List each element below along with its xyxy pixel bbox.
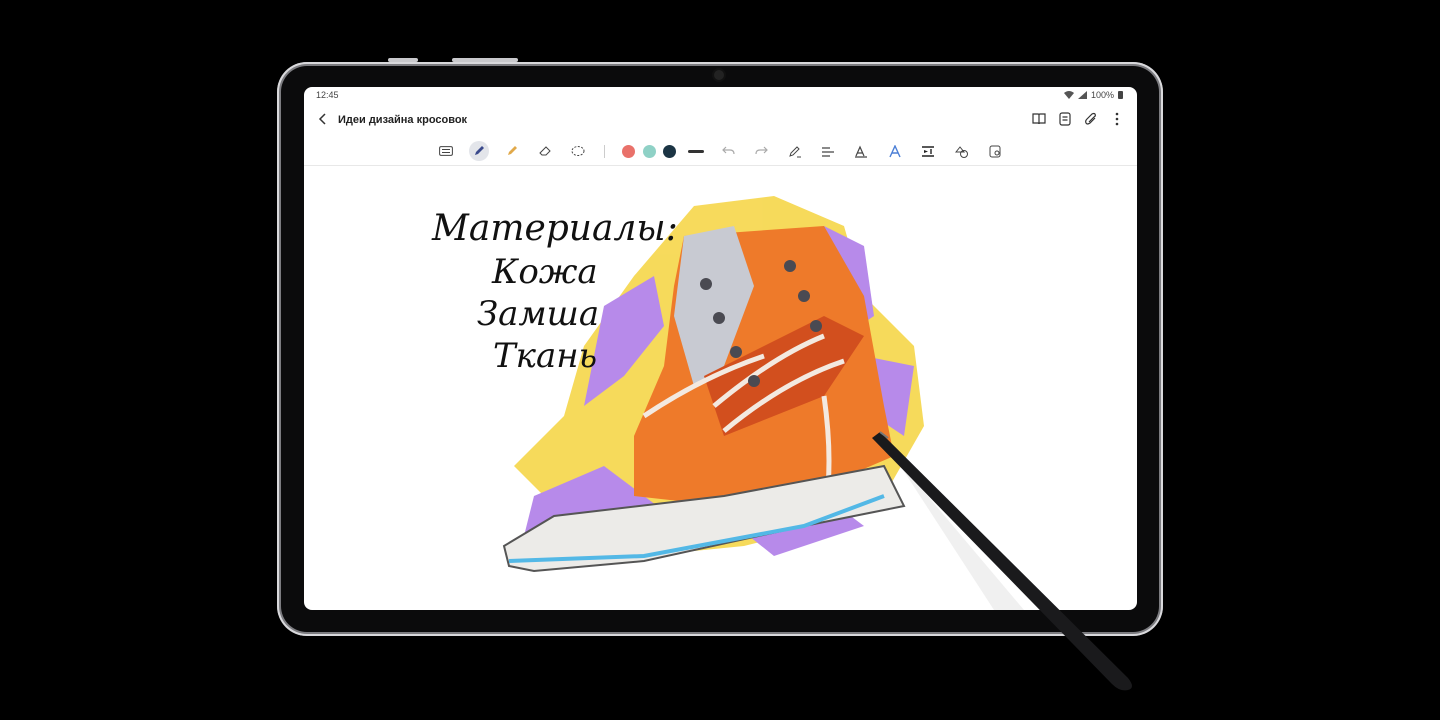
- pen-to-text-icon[interactable]: [787, 143, 803, 159]
- app-bar-actions: [1031, 111, 1125, 127]
- battery-icon: [1118, 91, 1123, 99]
- status-time: 12:45: [316, 90, 339, 100]
- app-bar: Идеи дизайна кросовок: [304, 105, 1137, 135]
- insert-text-icon[interactable]: [920, 143, 936, 159]
- shapes-icon[interactable]: [954, 143, 970, 159]
- battery-level: 100%: [1090, 90, 1114, 100]
- attach-icon[interactable]: [1083, 111, 1099, 127]
- more-options-icon[interactable]: [1109, 111, 1125, 127]
- eraser-icon[interactable]: [537, 143, 553, 159]
- handwriting-line-3: Замша: [477, 294, 600, 334]
- pen-icon[interactable]: [469, 141, 489, 161]
- front-camera: [714, 70, 724, 80]
- wifi-icon: [1063, 91, 1074, 99]
- drawing-canvas[interactable]: Материалы: Кожа Замша Ткань: [304, 166, 1137, 610]
- redo-icon[interactable]: [753, 143, 769, 159]
- volume-button: [388, 58, 418, 62]
- handwriting-line-4: Ткань: [493, 336, 598, 376]
- page-template-icon[interactable]: [1057, 111, 1073, 127]
- stylus-shadow: [894, 456, 1024, 610]
- toolbar-divider: [604, 145, 605, 158]
- highlighter-icon[interactable]: [504, 143, 520, 159]
- status-right: 100%: [1063, 90, 1123, 100]
- color-swatch-coral[interactable]: [622, 145, 635, 158]
- book-view-icon[interactable]: [1031, 111, 1047, 127]
- color-swatch-navy[interactable]: [663, 145, 676, 158]
- lasso-icon[interactable]: [570, 143, 586, 159]
- handwriting-line-1: Материалы:: [432, 208, 678, 249]
- straighten-icon[interactable]: [820, 143, 836, 159]
- color-swatch-mint[interactable]: [643, 145, 656, 158]
- undo-icon[interactable]: [720, 143, 736, 159]
- line-weight-button[interactable]: [688, 150, 704, 153]
- note-title: Идеи дизайна кросовок: [338, 114, 468, 126]
- drawing-toolbar: [304, 137, 1137, 166]
- screen: 12:45 100% Идеи дизайна кросовок Материа…: [304, 87, 1137, 610]
- status-bar: 12:45 100%: [304, 87, 1137, 103]
- signal-icon: [1077, 91, 1087, 99]
- ai-assist-icon[interactable]: [887, 143, 903, 159]
- power-button: [452, 58, 518, 62]
- back-arrow-icon[interactable]: [315, 111, 331, 127]
- handwriting-line-2: Кожа: [492, 252, 598, 292]
- lock-icon[interactable]: [987, 143, 1003, 159]
- text-style-icon[interactable]: [853, 143, 869, 159]
- keyboard-icon[interactable]: [438, 143, 454, 159]
